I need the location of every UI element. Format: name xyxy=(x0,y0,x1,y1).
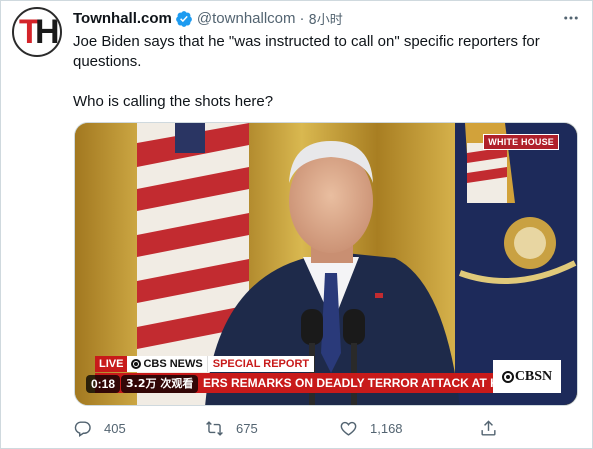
retweet-count: 675 xyxy=(236,421,258,436)
verified-badge-icon xyxy=(176,10,192,27)
avatar-letter-h: H xyxy=(35,13,60,51)
tweet-card[interactable]: T H Townhall.com @townhallcom · 8小时 Joe … xyxy=(0,0,593,449)
reply-count: 405 xyxy=(104,421,126,436)
cbs-eye-icon xyxy=(501,370,514,383)
cbsn-logo: CBSN xyxy=(493,360,561,393)
tweet-text: Joe Biden says that he "was instructed t… xyxy=(73,32,573,132)
video-player[interactable]: WHITE HOUSE LIVE CBS NEWS SPECIAL REPORT… xyxy=(74,122,578,406)
reply-icon xyxy=(74,421,91,437)
avatar[interactable]: T H xyxy=(12,7,62,57)
video-view-count: 3.2万 次观看 xyxy=(121,375,199,393)
like-button[interactable]: 1,168 xyxy=(339,419,403,438)
more-icon[interactable] xyxy=(562,9,580,27)
retweet-icon xyxy=(206,421,223,436)
author-name[interactable]: Townhall.com xyxy=(73,10,172,27)
tweet-text-line-2: Who is calling the shots here? xyxy=(73,93,274,110)
white-house-badge: WHITE HOUSE xyxy=(483,134,559,150)
author-handle[interactable]: @townhallcom xyxy=(197,10,296,27)
cbsn-logo-text: CBSN xyxy=(514,368,553,384)
special-report-label: SPECIAL REPORT xyxy=(206,356,315,372)
retweet-button[interactable]: 675 xyxy=(205,419,258,438)
tweet-header: Townhall.com @townhallcom · 8小时 xyxy=(73,9,343,28)
tweet-actions: 405 675 1,168 xyxy=(73,419,503,441)
like-count: 1,168 xyxy=(370,421,403,436)
like-icon xyxy=(340,421,357,436)
news-banner-top: LIVE CBS NEWS SPECIAL REPORT xyxy=(95,356,315,372)
tweet-time[interactable]: 8小时 xyxy=(309,9,343,28)
share-button[interactable] xyxy=(479,419,510,438)
separator-dot: · xyxy=(299,10,305,27)
network-label: CBS NEWS xyxy=(127,356,207,372)
network-label-text: CBS NEWS xyxy=(143,358,203,370)
tweet-text-line-1: Joe Biden says that he "was instructed t… xyxy=(73,33,540,70)
share-icon xyxy=(481,420,496,436)
video-duration: 0:18 xyxy=(86,375,121,393)
reply-button[interactable]: 405 xyxy=(73,419,126,438)
cbs-eye-icon xyxy=(131,359,142,369)
live-label: LIVE xyxy=(95,356,128,372)
